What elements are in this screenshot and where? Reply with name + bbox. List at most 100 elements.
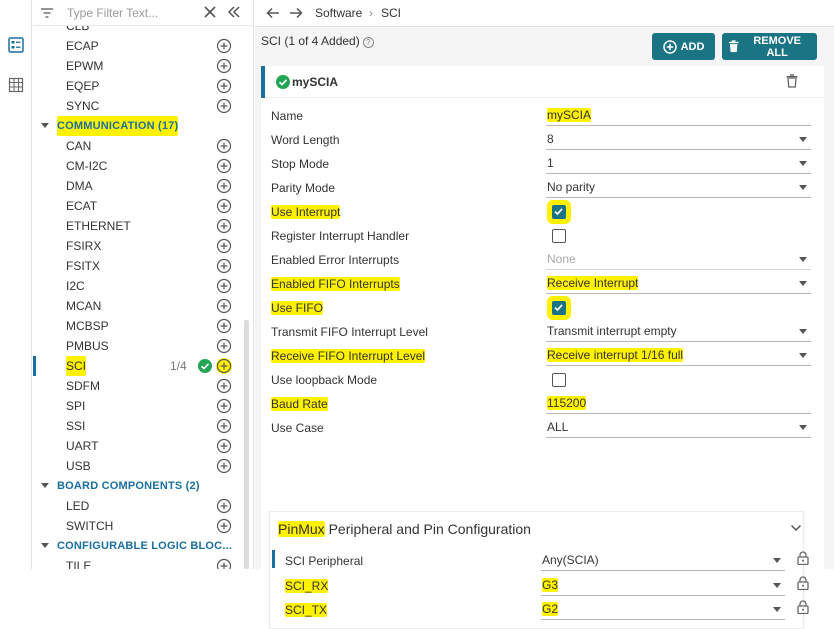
clear-filter-icon[interactable] xyxy=(202,4,218,20)
sidebar-item-eqep[interactable]: EQEP xyxy=(33,76,243,96)
add-module-icon[interactable] xyxy=(216,198,232,214)
add-module-icon[interactable] xyxy=(216,338,232,354)
baud-input[interactable]: 115200 xyxy=(546,396,811,414)
sidebar-item-i2c[interactable]: I2C xyxy=(33,276,243,296)
add-module-icon[interactable] xyxy=(216,78,232,94)
add-module-icon[interactable] xyxy=(216,418,232,434)
collapse-panel-icon[interactable] xyxy=(226,4,242,20)
table-view-icon[interactable] xyxy=(6,75,26,95)
caret-down-icon xyxy=(41,543,49,548)
tree-item-label: I2C xyxy=(66,279,85,293)
add-module-icon[interactable] xyxy=(216,58,232,74)
name-input[interactable]: mySCIA xyxy=(546,108,811,126)
sidebar-item-ecat[interactable]: ECAT xyxy=(33,196,243,216)
sidebar-item-led[interactable]: LED xyxy=(33,496,243,516)
sidebar-item-fsitx[interactable]: FSITX xyxy=(33,256,243,276)
sidebar-item-epwm[interactable]: EPWM xyxy=(33,56,243,76)
sidebar-item-sci[interactable]: SCI 1/4 xyxy=(33,356,243,376)
sidebar-item-sync[interactable]: SYNC xyxy=(33,96,243,116)
sidebar-item-dma[interactable]: DMA xyxy=(33,176,243,196)
sidebar-item-cm-i2c[interactable]: CM-I2C xyxy=(33,156,243,176)
tree-item-label: LED xyxy=(66,499,90,513)
category-communication[interactable]: COMMUNICATION (17) xyxy=(33,116,243,136)
add-module-icon[interactable] xyxy=(216,558,232,569)
breadcrumb-root[interactable]: Software xyxy=(315,6,362,20)
back-arrow-icon[interactable] xyxy=(265,5,281,21)
sidebar-item-mcan[interactable]: MCAN xyxy=(33,296,243,316)
tree-item-label: CLB xyxy=(66,26,90,33)
add-module-icon[interactable] xyxy=(216,298,232,314)
lock-icon[interactable] xyxy=(797,600,809,615)
tree-item-label: FSITX xyxy=(66,259,101,273)
stop-mode-select[interactable]: 1 xyxy=(546,156,811,174)
chevron-down-icon[interactable] xyxy=(790,524,802,532)
lock-icon[interactable] xyxy=(797,551,809,566)
sci-tx-select[interactable]: G2 xyxy=(541,602,785,620)
sidebar-item-ecap[interactable]: ECAP xyxy=(33,36,243,56)
sidebar-item-mcbsp[interactable]: MCBSP xyxy=(33,316,243,336)
add-module-icon[interactable] xyxy=(216,238,232,254)
tx-fifo-level-select[interactable]: Transmit interrupt empty xyxy=(546,324,811,342)
add-module-icon[interactable] xyxy=(216,398,232,414)
dropdown-arrow-icon xyxy=(799,329,807,334)
add-module-icon[interactable] xyxy=(216,458,232,474)
list-item[interactable]: CLB xyxy=(33,26,243,36)
tree-scrollbar[interactable] xyxy=(244,320,249,569)
sci-tx-label: SCI_TX xyxy=(285,603,328,617)
sidebar-item-spi[interactable]: SPI xyxy=(33,396,243,416)
use-case-select[interactable]: ALL xyxy=(546,420,811,438)
register-handler-checkbox[interactable] xyxy=(552,229,566,243)
sidebar-item-can[interactable]: CAN xyxy=(33,136,243,156)
use-interrupt-label: Use Interrupt xyxy=(271,205,341,219)
tree-item-label: DMA xyxy=(66,179,93,193)
page-title-text: SCI (1 of 4 Added) xyxy=(261,34,360,48)
loopback-checkbox[interactable] xyxy=(552,373,566,387)
add-module-icon[interactable] xyxy=(216,278,232,294)
lock-icon[interactable] xyxy=(797,576,809,591)
help-icon[interactable]: ? xyxy=(362,37,374,48)
fifo-interrupts-select[interactable]: Receive Interrupt xyxy=(546,276,811,294)
tx-fifo-level-value: Transmit interrupt empty xyxy=(547,324,677,338)
add-module-icon[interactable] xyxy=(216,98,232,114)
forward-arrow-icon[interactable] xyxy=(288,5,304,21)
sci-peripheral-label: SCI Peripheral xyxy=(285,554,364,568)
add-module-icon[interactable] xyxy=(216,158,232,174)
sci-peripheral-select[interactable]: Any(SCIA) xyxy=(541,553,785,571)
use-fifo-checkbox[interactable] xyxy=(552,301,566,315)
add-module-icon[interactable] xyxy=(216,378,232,394)
sci-rx-select[interactable]: G3 xyxy=(541,578,785,596)
add-module-icon[interactable] xyxy=(216,258,232,274)
rx-fifo-level-select[interactable]: Receive interrupt 1/16 full xyxy=(546,348,811,366)
sidebar-item-uart[interactable]: UART xyxy=(33,436,243,456)
add-module-icon[interactable] xyxy=(216,138,232,154)
use-interrupt-checkbox[interactable] xyxy=(552,205,566,219)
add-button[interactable]: ADD xyxy=(652,33,715,60)
sidebar-item-usb[interactable]: USB xyxy=(33,456,243,476)
add-module-icon[interactable] xyxy=(216,498,232,514)
word-length-select[interactable]: 8 xyxy=(546,132,811,150)
add-module-icon[interactable] xyxy=(216,358,232,374)
error-interrupts-select[interactable]: None xyxy=(546,252,811,270)
sidebar-item-pmbus[interactable]: PMBUS xyxy=(33,336,243,356)
remove-all-button[interactable]: REMOVE ALL xyxy=(722,33,817,60)
add-module-icon[interactable] xyxy=(216,318,232,334)
add-module-icon[interactable] xyxy=(216,438,232,454)
sidebar-item-ssi[interactable]: SSI xyxy=(33,416,243,436)
dropdown-arrow-icon xyxy=(799,281,807,286)
category-configurable-logic-block[interactable]: CONFIGURABLE LOGIC BLOC... xyxy=(33,536,243,556)
sidebar-item-ethernet[interactable]: ETHERNET xyxy=(33,216,243,236)
delete-instance-icon[interactable] xyxy=(786,74,798,88)
add-module-icon[interactable] xyxy=(216,38,232,54)
sidebar-item-tile[interactable]: TILE xyxy=(33,556,243,569)
fifo-interrupts-label-text: Enabled FIFO Interrupts xyxy=(271,277,400,291)
add-module-icon[interactable] xyxy=(216,178,232,194)
add-module-icon[interactable] xyxy=(216,218,232,234)
category-board-components[interactable]: BOARD COMPONENTS (2) xyxy=(33,476,243,496)
filter-input[interactable] xyxy=(65,4,195,22)
properties-view-icon[interactable] xyxy=(6,35,26,55)
sidebar-item-sdfm[interactable]: SDFM xyxy=(33,376,243,396)
sidebar-item-switch[interactable]: SWITCH xyxy=(33,516,243,536)
add-module-icon[interactable] xyxy=(216,518,232,534)
sidebar-item-fsirx[interactable]: FSIRX xyxy=(33,236,243,256)
parity-select[interactable]: No parity xyxy=(546,180,811,198)
